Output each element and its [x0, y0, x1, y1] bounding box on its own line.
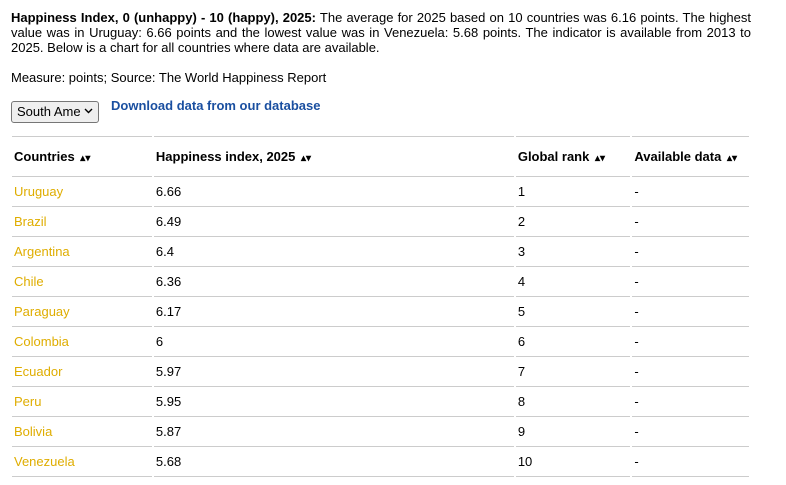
indicator-title: Happiness Index, 0 (unhappy) - 10 (happy…	[11, 10, 316, 25]
global-rank-cell: 4	[515, 267, 631, 297]
sort-arrows-icon[interactable]: ▴▾	[80, 153, 90, 164]
happiness-value-cell: 6.4	[153, 237, 514, 267]
available-data-cell: -	[632, 297, 749, 327]
global-rank-cell: 10	[515, 447, 631, 477]
table-row: Brazil 6.49 2-	[12, 207, 749, 237]
global-rank-cell: 6	[515, 327, 631, 357]
available-data-cell: -	[632, 177, 749, 207]
country-link[interactable]: Brazil	[14, 214, 47, 229]
available-data-cell: -	[632, 357, 749, 387]
available-data-cell: -	[632, 417, 749, 447]
column-header-label: Countries	[14, 149, 75, 164]
country-link[interactable]: Bolivia	[14, 424, 52, 439]
column-header-label: Global rank	[517, 149, 590, 164]
available-data-cell: -	[632, 237, 749, 267]
global-rank-cell: 9	[515, 417, 631, 447]
global-rank-cell: 8	[515, 387, 631, 417]
country-link[interactable]: Chile	[14, 274, 44, 289]
table-row: Venezuela 5.68 10-	[12, 447, 749, 477]
table-row: Chile 6.36 4-	[12, 267, 749, 297]
country-cell: Brazil	[12, 207, 152, 237]
column-header-happiness-index[interactable]: Happiness index, 2025 ▴▾	[153, 136, 514, 177]
country-cell: Venezuela	[12, 447, 152, 477]
global-rank-cell: 3	[515, 237, 631, 267]
indicator-description: Happiness Index, 0 (unhappy) - 10 (happy…	[11, 10, 751, 55]
global-rank-cell: 2	[515, 207, 631, 237]
available-data-cell: -	[632, 387, 749, 417]
download-data-link[interactable]: Download data from our database	[111, 98, 320, 113]
table-row: Paraguay 6.17 5-	[12, 297, 749, 327]
column-header-countries[interactable]: Countries ▴▾	[12, 136, 152, 177]
column-header-available-data[interactable]: Available data ▴▾	[632, 136, 749, 177]
available-data-cell: -	[632, 327, 749, 357]
happiness-value-cell: 6.17	[153, 297, 514, 327]
country-cell: Uruguay	[12, 177, 152, 207]
country-cell: Chile	[12, 267, 152, 297]
happiness-value-cell: 6.66	[153, 177, 514, 207]
happiness-value-cell: 6.49	[153, 207, 514, 237]
page-container: Happiness Index, 0 (unhappy) - 10 (happy…	[0, 0, 751, 477]
country-link[interactable]: Colombia	[14, 334, 69, 349]
available-data-cell: -	[632, 267, 749, 297]
region-select-value: South America	[17, 104, 81, 119]
country-cell: Argentina	[12, 237, 152, 267]
happiness-value-cell: 5.95	[153, 387, 514, 417]
ranking-table: Countries ▴▾ Happiness index, 2025 ▴▾ Glob…	[10, 136, 751, 477]
country-link[interactable]: Paraguay	[14, 304, 70, 319]
happiness-value-cell: 6.36	[153, 267, 514, 297]
country-link[interactable]: Ecuador	[14, 364, 62, 379]
available-data-cell: -	[632, 447, 749, 477]
ranking-table-area: Countries ▴▾ Happiness index, 2025 ▴▾ Glob…	[11, 136, 751, 477]
table-row: Peru 5.95 8-	[12, 387, 749, 417]
country-link[interactable]: Peru	[14, 394, 41, 409]
global-rank-cell: 1	[515, 177, 631, 207]
column-header-global-rank[interactable]: Global rank ▴▾	[515, 136, 631, 177]
table-row: Colombia 6 6-	[12, 327, 749, 357]
country-cell: Peru	[12, 387, 152, 417]
country-link[interactable]: Argentina	[14, 244, 70, 259]
table-header-row: Countries ▴▾ Happiness index, 2025 ▴▾ Glob…	[12, 136, 749, 177]
sort-arrows-icon[interactable]: ▴▾	[301, 153, 311, 164]
region-select[interactable]: South America	[11, 101, 99, 123]
sort-arrows-icon[interactable]: ▴▾	[595, 153, 605, 164]
country-cell: Ecuador	[12, 357, 152, 387]
global-rank-cell: 5	[515, 297, 631, 327]
country-cell: Colombia	[12, 327, 152, 357]
table-row: Uruguay 6.66 1-	[12, 177, 749, 207]
country-link[interactable]: Uruguay	[14, 184, 63, 199]
table-body: Uruguay 6.66 1- Brazil 6.49 2- Argentina 6.4 3- C…	[12, 177, 749, 477]
measure-source-line: Measure: points; Source: The World Happi…	[11, 70, 327, 85]
happiness-value-cell: 5.68	[153, 447, 514, 477]
table-row: Ecuador 5.97 7-	[12, 357, 749, 387]
column-header-label: Happiness index, 2025	[155, 149, 296, 164]
country-link[interactable]: Venezuela	[14, 454, 75, 469]
sort-arrows-icon[interactable]: ▴▾	[727, 153, 737, 164]
available-data-cell: -	[632, 207, 749, 237]
table-row: Bolivia 5.87 9-	[12, 417, 749, 447]
happiness-value-cell: 5.97	[153, 357, 514, 387]
happiness-value-cell: 5.87	[153, 417, 514, 447]
happiness-value-cell: 6	[153, 327, 514, 357]
column-header-label: Available data	[634, 149, 722, 164]
country-cell: Paraguay	[12, 297, 152, 327]
country-cell: Bolivia	[12, 417, 152, 447]
table-row: Argentina 6.4 3-	[12, 237, 749, 267]
chevron-down-icon	[84, 102, 93, 122]
global-rank-cell: 7	[515, 357, 631, 387]
controls-bar: South America Download data from our dat…	[11, 98, 751, 123]
